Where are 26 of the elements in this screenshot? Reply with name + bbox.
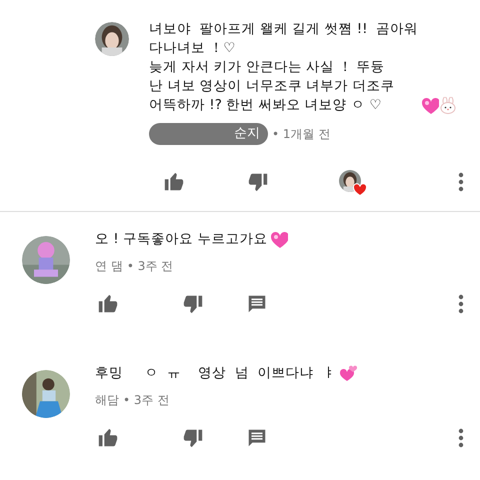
heart-icon xyxy=(270,231,288,248)
like-icon xyxy=(163,170,185,192)
like-icon xyxy=(97,293,119,315)
timestamp: • 1개월 전 xyxy=(272,126,330,143)
bunny-icon xyxy=(439,97,458,114)
more-button[interactable] xyxy=(456,426,466,450)
like-icon xyxy=(97,427,119,449)
comment-text: 녀보야 팔아프게 왤케 길게 썻쪔 !! 곰아워 다나녀보 ！♡ 늦게 자서 키가 안큰다는 사실 ！ 뚜듕 난 녀보 영상이 너무조쿠 녀부가 더조쿠 어뜩하까 !? 한번 써봐오 녀보양 ㅇ ♡ xyxy=(149,20,418,115)
author-name: 연 댐 xyxy=(95,258,123,275)
dislike-icon xyxy=(182,293,204,315)
heart-icon xyxy=(421,97,440,114)
dislike-icon xyxy=(182,427,204,449)
comment-text: 후밍 ㅇ ㅠ 영상 넘 이쁘다냐 ㅑ xyxy=(95,364,336,383)
more-icon xyxy=(458,172,464,192)
author-badge: 순지 xyxy=(149,123,268,144)
more-icon xyxy=(458,294,464,314)
timestamp: • 3주 전 xyxy=(123,392,170,409)
more-icon xyxy=(458,428,464,448)
reply-icon xyxy=(246,427,268,449)
reply-icon xyxy=(246,293,268,315)
heart-icon xyxy=(353,182,367,196)
timestamp: • 3주 전 xyxy=(126,258,174,275)
comment-text: 오 ! 구독좋아요 누르고가요 xyxy=(95,230,268,249)
more-button[interactable] xyxy=(456,292,466,316)
author-name: 해담 xyxy=(95,392,119,409)
hearts-icon xyxy=(338,365,357,382)
